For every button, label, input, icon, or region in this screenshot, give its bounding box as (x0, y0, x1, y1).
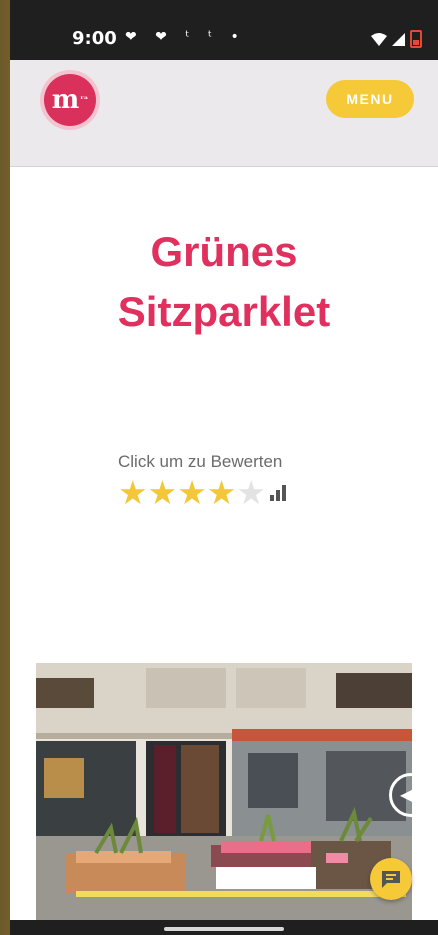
logo[interactable]: m ʳᵃ (44, 74, 96, 126)
wifi-icon (371, 32, 387, 46)
star-icon[interactable]: ★ (207, 474, 237, 512)
rating-stars: ★ ★ ★ ★ ★ (118, 474, 286, 512)
menu-button[interactable]: MENU (326, 80, 414, 118)
logo-text: m (51, 85, 80, 115)
system-nav-bar (10, 920, 438, 935)
chat-button[interactable] (370, 858, 412, 900)
title-line-1: Grünes (150, 228, 298, 275)
system-icons (371, 30, 422, 48)
star-icon[interactable]: ★ (148, 474, 178, 512)
star-icon[interactable]: ★ (177, 474, 207, 512)
carousel-prev-button[interactable]: ◀ (389, 773, 433, 817)
parklet-photo (36, 663, 412, 920)
signal-icon (392, 32, 405, 46)
chevron-left-icon: ◀ (400, 787, 413, 804)
phone-screen: 9:00 ❤ ❤ ᵗ ᵗ • m ʳᵃ MENU Grünes Sitzparkl… (10, 0, 438, 935)
page-title: Grünes Sitzparklet (10, 222, 438, 342)
notification-icons: ❤ ❤ ᵗ ᵗ • (125, 29, 246, 45)
site-header: m ʳᵃ MENU (10, 60, 438, 167)
stats-icon[interactable] (269, 485, 286, 501)
chat-icon (382, 871, 400, 888)
title-line-2: Sitzparklet (117, 288, 331, 335)
home-handle[interactable] (164, 927, 284, 931)
battery-icon (410, 30, 422, 48)
status-time: 9:00 (72, 28, 117, 49)
star-icon[interactable]: ★ (236, 474, 266, 512)
rating-label: Click um zu Bewerten (118, 452, 283, 471)
logo-superscript: ʳᵃ (80, 95, 89, 105)
star-icon[interactable]: ★ (118, 474, 148, 512)
parklet-image (36, 663, 412, 920)
status-bar: 9:00 ❤ ❤ ᵗ ᵗ • (10, 0, 438, 60)
